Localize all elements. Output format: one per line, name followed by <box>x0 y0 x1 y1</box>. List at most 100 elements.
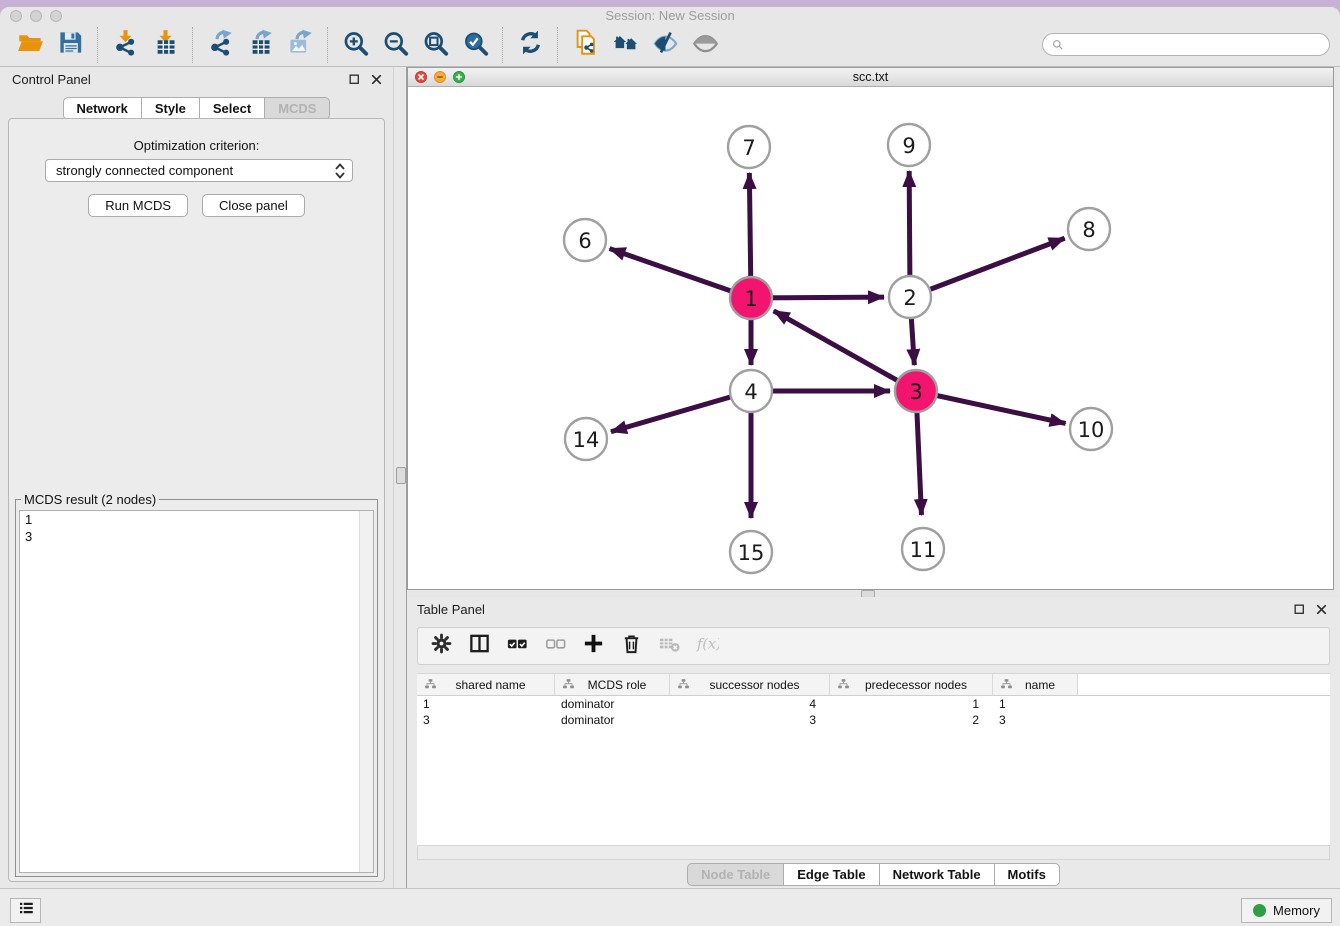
table-row[interactable]: 1dominator411 <box>417 696 1330 712</box>
graph-node-3[interactable]: 3 <box>895 370 937 412</box>
table-tab-motifs[interactable]: Motifs <box>995 863 1060 886</box>
horizontal-splitter[interactable] <box>407 590 1340 597</box>
function-fx-icon: f(x) <box>696 632 719 660</box>
import-table-button[interactable] <box>145 26 185 64</box>
column-type-tree-icon <box>562 678 575 691</box>
criterion-dropdown[interactable]: strongly connected component <box>45 159 353 182</box>
search-input[interactable] <box>1069 37 1321 53</box>
table-cell[interactable]: 4 <box>670 697 830 711</box>
column-header-name[interactable]: name <box>993 674 1078 695</box>
graph-node-4[interactable]: 4 <box>730 370 772 412</box>
table-tab-edge-table[interactable]: Edge Table <box>784 863 879 886</box>
table-cell[interactable]: dominator <box>555 713 670 727</box>
deselect-all-checks-button[interactable] <box>542 633 568 659</box>
houses-button[interactable] <box>605 26 645 64</box>
graph-node-15[interactable]: 15 <box>730 531 772 573</box>
edge-2-to-8[interactable] <box>910 238 1065 297</box>
zoom-in-button[interactable] <box>335 26 375 64</box>
birds-eye-button[interactable] <box>685 26 725 64</box>
table-cell[interactable]: 3 <box>670 713 830 727</box>
column-header-MCDS-role[interactable]: MCDS role <box>555 674 670 695</box>
table-cell[interactable]: 1 <box>830 697 993 711</box>
tab-network[interactable]: Network <box>63 97 142 120</box>
column-type-tree-icon <box>1000 678 1013 691</box>
vertical-splitter-handle[interactable] <box>396 467 406 484</box>
table-cell[interactable]: 3 <box>417 713 555 727</box>
table-cell[interactable]: dominator <box>555 697 670 711</box>
table-cell[interactable]: 2 <box>830 713 993 727</box>
table-cell[interactable]: 1 <box>417 697 555 711</box>
result-list-scrollbar[interactable] <box>359 511 373 872</box>
close-panel-button[interactable]: Close panel <box>202 194 305 217</box>
node-table: shared nameMCDS rolesuccessor nodesprede… <box>417 673 1330 846</box>
save-floppy-button[interactable] <box>50 26 90 64</box>
status-bar: Memory <box>0 888 1340 926</box>
run-mcds-button[interactable]: Run MCDS <box>88 194 188 217</box>
eye-slash-button[interactable] <box>645 26 685 64</box>
network-graph[interactable]: 1 2 3 4 6 7 8 9 10 11 14 15 <box>408 87 1333 589</box>
import-table-icon <box>152 29 179 61</box>
column-header-shared-name[interactable]: shared name <box>417 674 555 695</box>
close-table-panel-icon[interactable] <box>1315 603 1328 616</box>
graph-node-6[interactable]: 6 <box>564 219 606 261</box>
trash-button[interactable] <box>618 633 644 659</box>
zoom-selected-button[interactable] <box>455 26 495 64</box>
table-cell[interactable]: 3 <box>993 713 1078 727</box>
zoom-fit-button[interactable] <box>415 26 455 64</box>
import-network-button[interactable] <box>105 26 145 64</box>
tab-mcds[interactable]: MCDS <box>265 97 330 120</box>
column-header-predecessor-nodes[interactable]: predecessor nodes <box>830 674 993 695</box>
graph-node-1[interactable]: 1 <box>730 277 772 319</box>
graph-node-14[interactable]: 14 <box>565 418 607 460</box>
table-cell[interactable]: 1 <box>993 697 1078 711</box>
main-area: Control Panel NetworkStyleSelectMCDS Opt… <box>0 67 1340 888</box>
edge-3-to-1[interactable] <box>774 311 916 391</box>
zoom-out-button[interactable] <box>375 26 415 64</box>
eye-slash-icon <box>652 29 679 61</box>
close-panel-icon[interactable] <box>370 73 383 86</box>
mcds-result-item[interactable]: 1 <box>20 511 373 528</box>
table-tab-node-table[interactable]: Node Table <box>687 863 784 886</box>
toolbar-icon-groups <box>10 26 725 64</box>
zoom-selected-icon <box>462 29 489 61</box>
task-history-button[interactable] <box>10 898 41 923</box>
export-table-button[interactable] <box>240 26 280 64</box>
graph-node-2[interactable]: 2 <box>889 276 931 318</box>
column-header-successor-nodes[interactable]: successor nodes <box>670 674 830 695</box>
select-all-checks-button[interactable] <box>504 633 530 659</box>
add-plus-button[interactable] <box>580 633 606 659</box>
split-panel-button[interactable] <box>466 633 492 659</box>
tab-select[interactable]: Select <box>200 97 265 120</box>
criterion-dropdown-value: strongly connected component <box>56 163 233 178</box>
graph-node-8[interactable]: 8 <box>1068 208 1110 250</box>
export-network-button[interactable] <box>200 26 240 64</box>
tab-style[interactable]: Style <box>142 97 200 120</box>
open-folder-button[interactable] <box>10 26 50 64</box>
mcds-result-list[interactable]: 13 <box>19 510 374 873</box>
float-table-panel-icon[interactable] <box>1293 603 1306 616</box>
table-horizontal-scrollbar[interactable] <box>417 845 1330 860</box>
zoom-in-icon <box>342 29 369 61</box>
gear-button[interactable] <box>428 633 454 659</box>
network-canvas[interactable]: 1 2 3 4 6 7 8 9 10 11 14 15 <box>408 87 1333 589</box>
edge-1-to-6[interactable] <box>610 249 751 298</box>
export-image-icon <box>287 29 314 61</box>
float-panel-icon[interactable] <box>348 73 361 86</box>
graph-node-11[interactable]: 11 <box>902 528 944 570</box>
houses-icon <box>612 29 639 61</box>
table-tab-network-table[interactable]: Network Table <box>880 863 995 886</box>
search-field[interactable] <box>1042 33 1330 56</box>
vertical-splitter[interactable] <box>393 67 407 888</box>
refresh-layout-button[interactable] <box>510 26 550 64</box>
graph-node-10[interactable]: 10 <box>1070 408 1112 450</box>
edge-3-to-10[interactable] <box>916 391 1066 423</box>
export-image-button[interactable] <box>280 26 320 64</box>
toolbar-separator <box>327 27 328 63</box>
network-document-button[interactable] <box>565 26 605 64</box>
memory-button[interactable]: Memory <box>1241 898 1332 923</box>
graph-node-7[interactable]: 7 <box>728 126 770 168</box>
graph-node-9[interactable]: 9 <box>888 124 930 166</box>
refresh-layout-icon <box>517 29 544 61</box>
table-row[interactable]: 3dominator323 <box>417 712 1330 728</box>
mcds-result-item[interactable]: 3 <box>20 528 373 545</box>
